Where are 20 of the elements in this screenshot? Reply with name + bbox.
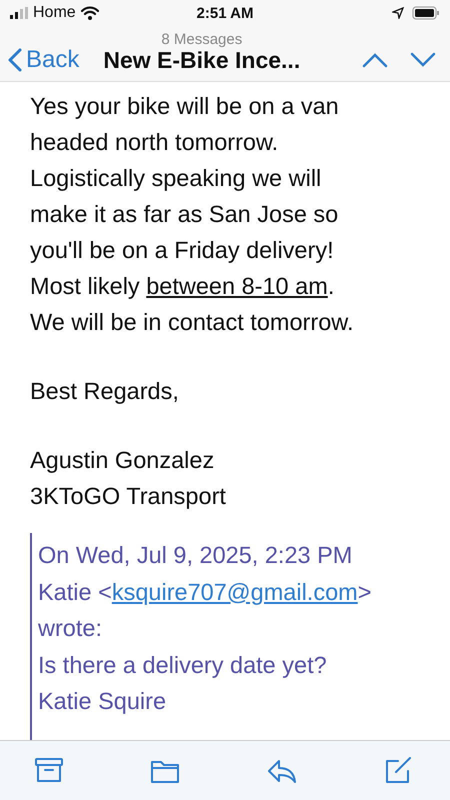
back-button[interactable]: Back [8, 46, 80, 74]
chevron-left-icon [8, 48, 22, 72]
battery-icon [412, 6, 440, 20]
next-message-button[interactable] [410, 52, 436, 68]
previous-message-button[interactable] [362, 52, 388, 68]
signal-icon [10, 7, 28, 19]
carrier-label: Home [33, 4, 76, 22]
email-link[interactable]: ksquire707@gmail.com [112, 578, 358, 604]
wifi-icon [80, 6, 99, 20]
message-count: 8 Messages [161, 33, 242, 47]
status-time: 2:51 AM [196, 4, 254, 22]
location-icon [392, 7, 404, 19]
message-paragraph: Yes your bike will be on a van headed north tomorrow. Logistically speaking we will make it as far as San Jose so you'll be on a Friday delivery! Most likely between 8-10 am. We will be in contact tomorrow. [30, 92, 354, 337]
message-paragraph: Katie Squire [38, 687, 168, 716]
message-paragraph: Agustin Gonzalez 3KToGO Transport [30, 446, 227, 511]
thread-title: New E-Bike Ince... [103, 47, 300, 74]
message-paragraph: On Wed, Jul 9, 2025, 2:23 PM Katie <ksquire707@gmail.com> wrote: [38, 541, 372, 643]
email-link[interactable]: between 8-10 am [146, 273, 328, 299]
message-paragraph: Is there a delivery date yet? [38, 650, 328, 680]
message-paragraph: Best Regards, [30, 377, 180, 406]
